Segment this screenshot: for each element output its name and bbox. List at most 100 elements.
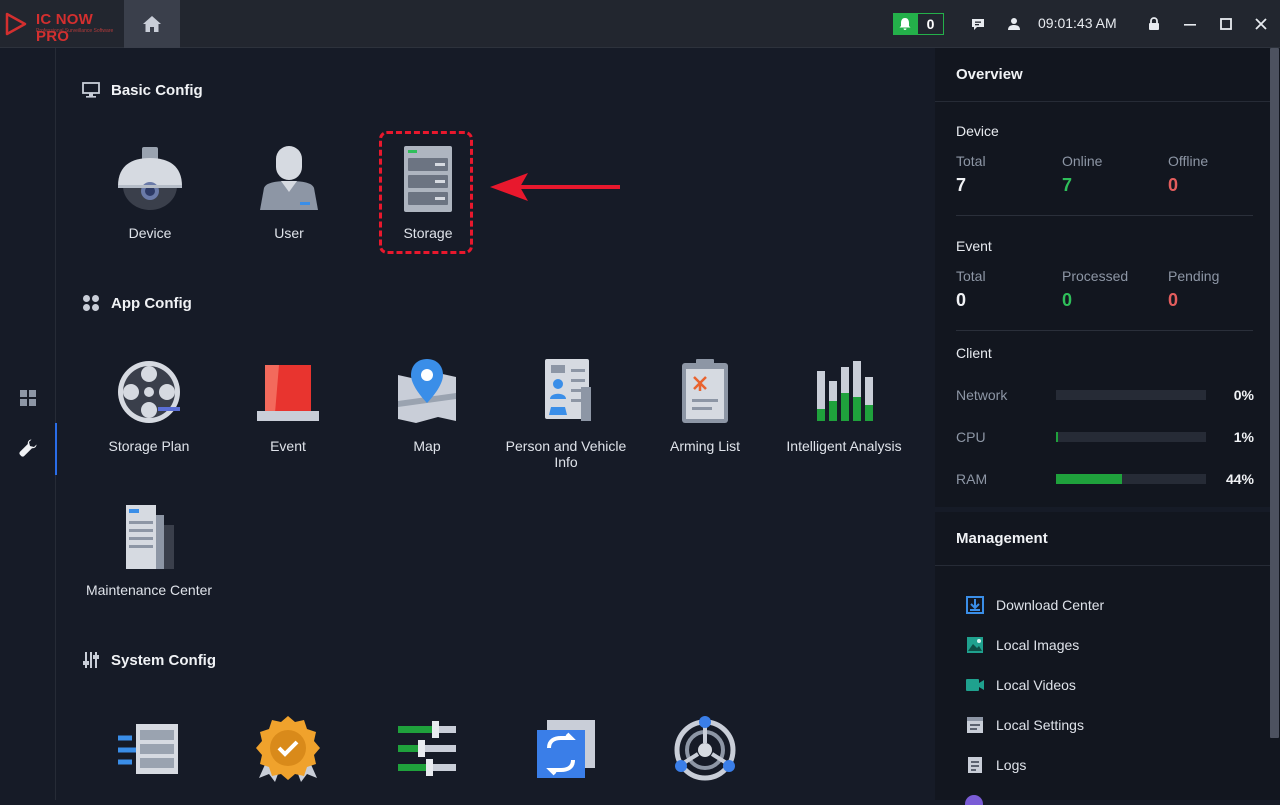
mgmt-local-settings[interactable]: Local Settings: [965, 715, 1084, 735]
mgmt-label: Local Videos: [996, 677, 1076, 693]
network-server-icon: [113, 713, 185, 785]
mgmt-label: Local Images: [996, 637, 1080, 653]
cpu-usage-fill: [1056, 432, 1058, 442]
mgmt-download-center[interactable]: Download Center: [965, 595, 1104, 615]
play-logo-icon: [5, 12, 27, 36]
mgmt-label: Logs: [996, 757, 1027, 773]
lock-icon[interactable]: [1144, 14, 1164, 34]
cpu-usage-bar: [1056, 432, 1206, 442]
section-basic-config: Basic Config: [81, 80, 203, 100]
main-content: Basic Config Device User Storage App Con…: [57, 48, 933, 800]
event-total-value: 0: [956, 290, 967, 310]
mgmt-label: Download Center: [996, 597, 1105, 613]
nav-dashboard[interactable]: [0, 373, 56, 423]
bar-analytics-icon: [808, 356, 880, 428]
dome-camera-icon: [114, 143, 186, 215]
device-offline-label: Offline: [1168, 153, 1209, 169]
tile-event[interactable]: Event: [218, 356, 358, 454]
section-title-basic: Basic Config: [111, 81, 203, 99]
clock: 09:01:43 AM: [1038, 15, 1117, 31]
tile-label: Storage Plan: [108, 438, 190, 454]
client-group-title: Client: [956, 345, 992, 361]
app-tagline: Professional Surveillance Software: [36, 28, 114, 34]
cpu-percent: 1%: [1233, 429, 1254, 445]
device-online-label: Online: [1062, 153, 1103, 169]
apps-icon: [81, 293, 101, 313]
tile-system-cloud[interactable]: [635, 713, 775, 785]
network-percent: 0%: [1233, 387, 1254, 403]
device-online-value: 7: [1062, 175, 1073, 195]
divider: [956, 330, 1253, 331]
event-pending-value: 0: [1168, 290, 1179, 310]
help-icon-partial[interactable]: [965, 795, 985, 805]
mgmt-local-images[interactable]: Local Images: [965, 635, 1079, 655]
tile-arming-list[interactable]: Arming List: [635, 356, 775, 454]
home-tab[interactable]: [124, 0, 180, 48]
map-pin-icon: [391, 356, 463, 428]
sync-icon: [530, 713, 602, 785]
bell-icon: [893, 13, 917, 35]
event-total-label: Total: [956, 268, 986, 284]
device-total-label: Total: [956, 153, 986, 169]
user-account-icon[interactable]: [1004, 14, 1024, 34]
tile-label: Person and Vehicle Info: [505, 438, 627, 470]
alarm-count: 0: [917, 13, 944, 35]
tile-intelligent-analysis[interactable]: Intelligent Analysis: [774, 356, 914, 454]
close-icon[interactable]: [1251, 14, 1271, 34]
badge-check-icon: [252, 713, 324, 785]
wrench-icon: [19, 439, 37, 457]
nav-config[interactable]: [0, 423, 57, 475]
clipboard-icon: [669, 356, 741, 428]
grid-icon: [20, 390, 36, 406]
section-system-config: System Config: [81, 650, 216, 670]
ram-usage-bar: [1056, 474, 1206, 484]
tile-map[interactable]: Map: [357, 356, 497, 454]
tile-label: User: [274, 225, 304, 241]
film-reel-icon: [113, 356, 185, 428]
minimize-icon[interactable]: [1180, 14, 1200, 34]
image-icon: [965, 635, 985, 655]
event-group-title: Event: [956, 238, 992, 254]
overview-panel: Overview Device Total Online Offline 7 7…: [935, 48, 1270, 507]
user-icon: [253, 143, 325, 215]
app-logo: IC NOW PRO Professional Surveillance Sof…: [4, 10, 124, 45]
divider: [956, 215, 1253, 216]
ram-usage-fill: [1056, 474, 1122, 484]
tile-device[interactable]: Device: [80, 143, 220, 241]
left-nav: [0, 48, 57, 800]
title-bar: IC NOW PRO Professional Surveillance Sof…: [0, 0, 1280, 48]
section-title-system: System Config: [111, 651, 217, 669]
mgmt-logs[interactable]: Logs: [965, 755, 1026, 775]
alarm-indicator[interactable]: 0: [893, 13, 944, 35]
overview-title: Overview: [935, 48, 1270, 102]
tile-label: Device: [128, 225, 172, 241]
device-group-title: Device: [956, 123, 999, 139]
tile-system-settings[interactable]: [357, 713, 497, 785]
monitor-icon: [81, 80, 101, 100]
home-icon: [143, 16, 161, 32]
mgmt-label: Local Settings: [996, 717, 1084, 733]
tile-system-network[interactable]: [79, 713, 219, 785]
tile-person-vehicle-info[interactable]: Person and Vehicle Info: [496, 356, 636, 470]
tile-system-sync[interactable]: [496, 713, 636, 785]
section-app-config: App Config: [81, 293, 192, 313]
maintenance-server-icon: [113, 500, 185, 572]
cpu-label: CPU: [956, 429, 986, 445]
tile-maintenance-center[interactable]: Maintenance Center: [79, 500, 219, 598]
tile-label: Event: [270, 438, 306, 454]
management-title: Management: [935, 512, 1270, 566]
tile-label: Arming List: [669, 438, 741, 454]
panel-scrollbar-thumb[interactable]: [1270, 48, 1279, 738]
ram-label: RAM: [956, 471, 988, 487]
tile-system-license[interactable]: [218, 713, 358, 785]
ram-percent: 44%: [1225, 471, 1254, 487]
tile-user[interactable]: User: [219, 143, 359, 241]
maximize-icon[interactable]: [1216, 14, 1236, 34]
mgmt-local-videos[interactable]: Local Videos: [965, 675, 1076, 695]
video-camera-icon: [965, 675, 985, 695]
event-processed-value: 0: [1062, 290, 1073, 310]
message-icon[interactable]: [968, 14, 988, 34]
tile-storage-plan[interactable]: Storage Plan: [79, 356, 219, 454]
download-icon: [965, 595, 985, 615]
document-icon: [965, 755, 985, 775]
